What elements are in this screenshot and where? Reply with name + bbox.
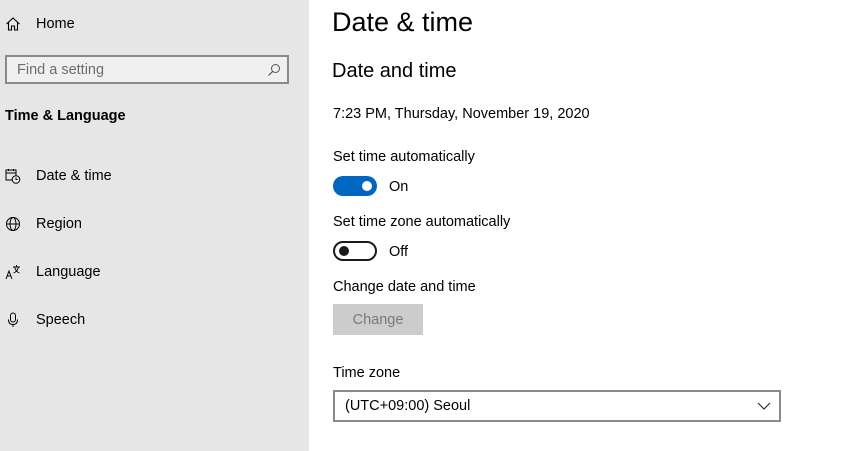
home-icon bbox=[6, 17, 20, 31]
set-timezone-auto-state: Off bbox=[389, 244, 409, 260]
sidebar-item-label: Speech bbox=[36, 312, 86, 328]
sidebar-item-date-time[interactable]: Date & time bbox=[0, 161, 309, 191]
set-time-auto-state: On bbox=[389, 179, 409, 195]
search-input[interactable] bbox=[17, 61, 267, 79]
sidebar-item-label: Region bbox=[36, 216, 82, 232]
nav-home-label: Home bbox=[36, 16, 75, 32]
change-button[interactable]: Change bbox=[333, 304, 423, 335]
nav-home[interactable]: Home bbox=[0, 9, 309, 39]
search-icon[interactable] bbox=[267, 63, 281, 77]
sidebar-item-speech[interactable]: Speech bbox=[0, 305, 309, 335]
time-zone-select[interactable]: (UTC+09:00) Seoul bbox=[333, 390, 781, 422]
sidebar-item-label: Language bbox=[36, 264, 101, 280]
sidebar-section-title: Time & Language bbox=[5, 108, 126, 124]
sidebar: Home Time & Language Date & time Region bbox=[0, 0, 309, 451]
time-zone-value: (UTC+09:00) Seoul bbox=[345, 398, 471, 414]
main-content: Date & time Date and time 7:23 PM, Thurs… bbox=[309, 0, 850, 451]
change-datetime-label: Change date and time bbox=[333, 279, 476, 295]
current-datetime: 7:23 PM, Thursday, November 19, 2020 bbox=[333, 106, 590, 122]
language-icon bbox=[5, 265, 20, 280]
sidebar-item-language[interactable]: Language bbox=[0, 257, 309, 287]
sidebar-item-label: Date & time bbox=[36, 168, 112, 184]
set-timezone-auto-label: Set time zone automatically bbox=[333, 214, 511, 230]
chevron-down-icon bbox=[757, 402, 771, 410]
page-title: Date & time bbox=[332, 7, 474, 37]
section-title: Date and time bbox=[332, 60, 457, 82]
toggle-knob bbox=[362, 181, 372, 191]
toggle-knob bbox=[339, 246, 349, 256]
sidebar-item-region[interactable]: Region bbox=[0, 209, 309, 239]
search-box[interactable] bbox=[5, 55, 289, 84]
time-zone-label: Time zone bbox=[333, 365, 401, 381]
set-timezone-auto-toggle[interactable] bbox=[333, 241, 377, 261]
globe-icon bbox=[6, 217, 20, 231]
set-time-auto-label: Set time automatically bbox=[333, 149, 475, 165]
set-time-auto-toggle[interactable] bbox=[333, 176, 377, 196]
calendar-clock-icon bbox=[5, 169, 21, 184]
microphone-icon bbox=[8, 312, 18, 327]
